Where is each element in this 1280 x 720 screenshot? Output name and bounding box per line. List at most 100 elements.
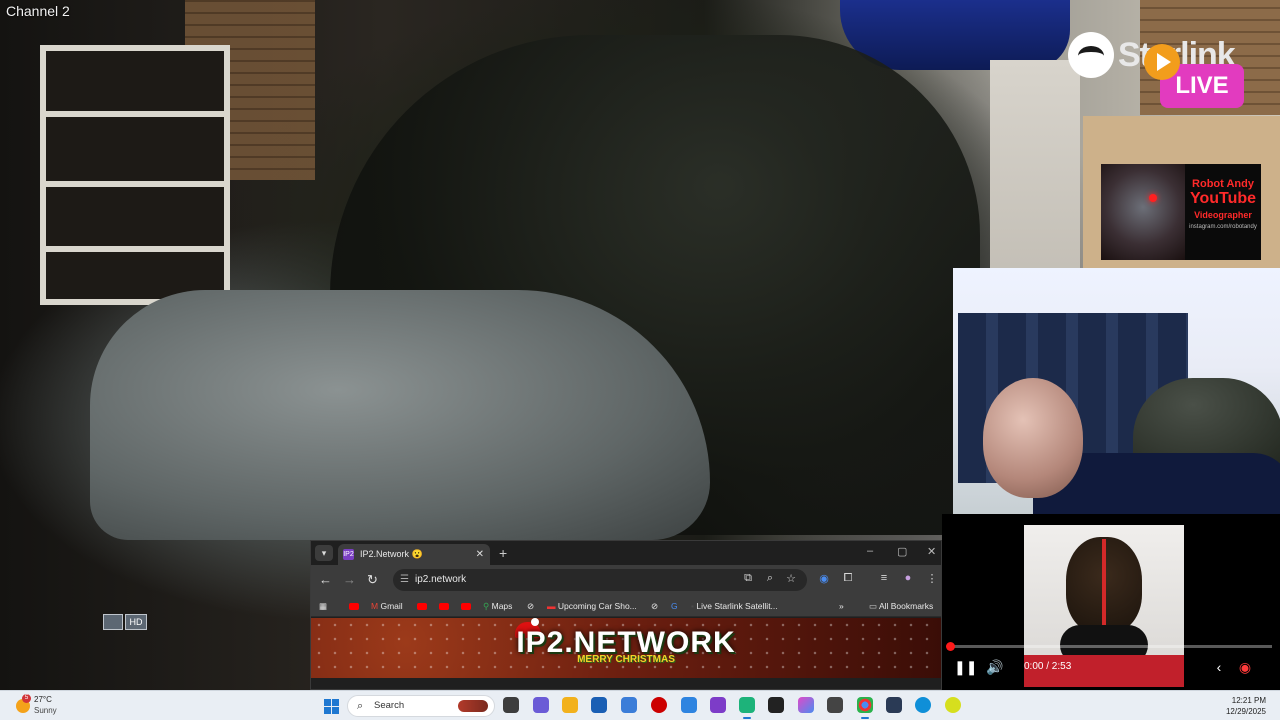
hd-badge: HD xyxy=(103,614,149,630)
bookmark-label: Gmail xyxy=(380,601,403,611)
new-tab-button[interactable]: + xyxy=(499,545,507,561)
red-bar-icon: ▬ xyxy=(547,601,556,611)
weather-temp: 27°C xyxy=(34,695,52,704)
more-bookmarks-button[interactable]: » xyxy=(839,599,844,613)
minimize-button[interactable]: – xyxy=(867,545,873,557)
car-cover xyxy=(90,290,710,540)
google-icon: G xyxy=(671,601,678,611)
search-placeholder: Search xyxy=(374,700,405,711)
bookmark-live-starlink[interactable]: ▪ Live Starlink Satellit... xyxy=(691,599,778,613)
clock-time: 12:21 PM xyxy=(1231,696,1266,705)
bookmark-globe-2[interactable]: ⊘ xyxy=(651,599,658,613)
play-icon xyxy=(1144,44,1180,80)
record-icon[interactable] xyxy=(651,697,667,713)
youtube-icon xyxy=(349,603,359,611)
promo-line-handle: instagram.com/robotandy xyxy=(1189,224,1257,230)
browser-window: ▾ IP2 IP2.Network 😮 ✕ + – ▢ ✕ ← → ↻ ☰ ip… xyxy=(310,540,942,690)
youtube-bookmark-4[interactable] xyxy=(461,599,471,613)
store-icon[interactable] xyxy=(591,697,607,713)
video-player[interactable]: ❚❚ 🔊 0:00 / 2:53 ‹ ◉ xyxy=(942,514,1280,690)
bookmarks-bar: ▦ M Gmail ⚲ Maps ⊘ ▬ Upcoming Car Sho...… xyxy=(311,595,941,617)
promo-line-role: Videographer xyxy=(1194,210,1252,220)
progress-knob[interactable] xyxy=(946,642,955,651)
terminal-icon[interactable] xyxy=(739,697,755,719)
youtube-bookmark-2[interactable] xyxy=(417,599,427,613)
tab-ip2-network[interactable]: IP2 IP2.Network 😮 ✕ xyxy=(338,544,490,565)
outlook-icon[interactable] xyxy=(621,697,637,713)
progress-bar[interactable] xyxy=(950,645,1272,648)
back-icon[interactable]: ← xyxy=(319,572,332,587)
obs-icon[interactable] xyxy=(827,697,843,713)
app-yellow-icon[interactable] xyxy=(945,697,961,713)
close-icon[interactable]: ✕ xyxy=(476,544,484,565)
weather-widget[interactable]: 5 27°C Sunny xyxy=(14,694,84,718)
gmail-icon: M xyxy=(371,601,379,611)
file-explorer-icon[interactable] xyxy=(562,697,578,713)
media-control-icon[interactable]: ≡ xyxy=(877,572,891,584)
reload-icon[interactable]: ↻ xyxy=(367,572,378,588)
youtube-bookmark-1[interactable] xyxy=(349,599,359,613)
extension-shield-icon[interactable]: ◉ xyxy=(817,572,831,585)
starlink-icon: ▪ xyxy=(691,601,695,611)
banner-subtitle: MERRY CHRISTMAS xyxy=(577,654,675,665)
edge-icon[interactable] xyxy=(915,697,931,713)
bookmark-maps[interactable]: ⚲ Maps xyxy=(483,599,512,613)
volume-icon[interactable]: 🔊 xyxy=(984,658,1006,676)
bookmark-gmail[interactable]: M Gmail xyxy=(371,599,403,613)
globe-icon: ⊘ xyxy=(651,601,659,611)
bookmark-upcoming-car-shows[interactable]: ▬ Upcoming Car Sho... xyxy=(547,599,637,613)
task-view-icon[interactable] xyxy=(503,697,519,713)
pause-icon[interactable]: ❚❚ xyxy=(954,658,977,676)
system-clock[interactable]: 12:21 PM 12/29/2025 xyxy=(1226,695,1266,717)
menu-icon[interactable]: ⋮ xyxy=(925,572,939,585)
ip2-banner: IP2.NETWORK MERRY CHRISTMAS xyxy=(311,618,941,678)
extensions-icon[interactable]: ⧠ xyxy=(841,572,855,585)
address-text: ip2.network xyxy=(415,574,467,585)
forward-icon[interactable]: → xyxy=(343,572,356,587)
all-bookmarks-button[interactable]: ▭ All Bookmarks xyxy=(869,599,933,613)
folder-icon: ▭ xyxy=(869,601,878,611)
youtube-icon xyxy=(417,603,427,611)
zoom-icon[interactable]: ⌕ xyxy=(763,572,777,585)
app-p-icon[interactable] xyxy=(533,697,549,713)
copilot-icon[interactable] xyxy=(798,697,814,713)
bookmark-globe[interactable]: ⊘ xyxy=(527,599,534,613)
apps-icon[interactable]: ▦ xyxy=(319,599,327,613)
chevron-left-icon[interactable]: ‹ xyxy=(1208,658,1230,676)
promo-line-youtube: YouTube xyxy=(1189,190,1257,207)
bookmark-label: All Bookmarks xyxy=(878,601,934,611)
chrome-icon[interactable] xyxy=(857,697,873,719)
app-monitor-icon[interactable] xyxy=(886,697,902,713)
logo-icon[interactable]: ◉ xyxy=(1234,658,1256,676)
promo-card: Robot Andy YouTube Videographer instagra… xyxy=(1101,164,1261,260)
tab-search-icon[interactable]: ▾ xyxy=(315,545,333,561)
close-window-button[interactable]: ✕ xyxy=(927,545,936,558)
cast-icon[interactable]: ⧉ xyxy=(741,572,755,585)
video-editor-icon[interactable] xyxy=(710,697,726,713)
starlink-swoosh-icon xyxy=(1068,32,1114,78)
windows-start-icon[interactable] xyxy=(324,699,339,714)
tab-title: IP2.Network 😮 xyxy=(360,549,423,559)
weather-condition: Sunny xyxy=(34,706,57,715)
bookmark-label: Upcoming Car Sho... xyxy=(557,601,637,611)
channel-label: Channel 2 xyxy=(6,3,70,19)
profile-avatar-icon[interactable]: ● xyxy=(901,572,915,584)
video-time: 0:00 / 2:53 xyxy=(1024,661,1072,672)
capcut-icon[interactable] xyxy=(768,697,784,713)
taskbar-search[interactable]: ⌕ Search xyxy=(347,695,495,717)
browser-toolbar: ← → ↻ ☰ ip2.network ⧉ ⌕ ☆ ◉ ⧠ ≡ ● ⋮ xyxy=(311,565,941,595)
hd-label: HD xyxy=(125,614,147,630)
globe-icon: ⊘ xyxy=(527,601,535,611)
youtube-bookmark-3[interactable] xyxy=(439,599,449,613)
maximize-button[interactable]: ▢ xyxy=(897,545,907,558)
tab-favicon: IP2 xyxy=(343,549,354,560)
map-pin-icon: ⚲ xyxy=(483,601,490,611)
settings-gear-icon[interactable] xyxy=(681,697,697,713)
presenter-head xyxy=(983,378,1083,498)
robot-face-image xyxy=(1101,164,1185,260)
bookmark-star-icon[interactable]: ☆ xyxy=(784,572,798,585)
site-info-icon[interactable]: ☰ xyxy=(400,569,409,591)
weather-alert-badge: 5 xyxy=(22,694,31,703)
bookmark-label: Live Starlink Satellit... xyxy=(696,601,778,611)
bookmark-google[interactable]: G xyxy=(671,599,678,613)
